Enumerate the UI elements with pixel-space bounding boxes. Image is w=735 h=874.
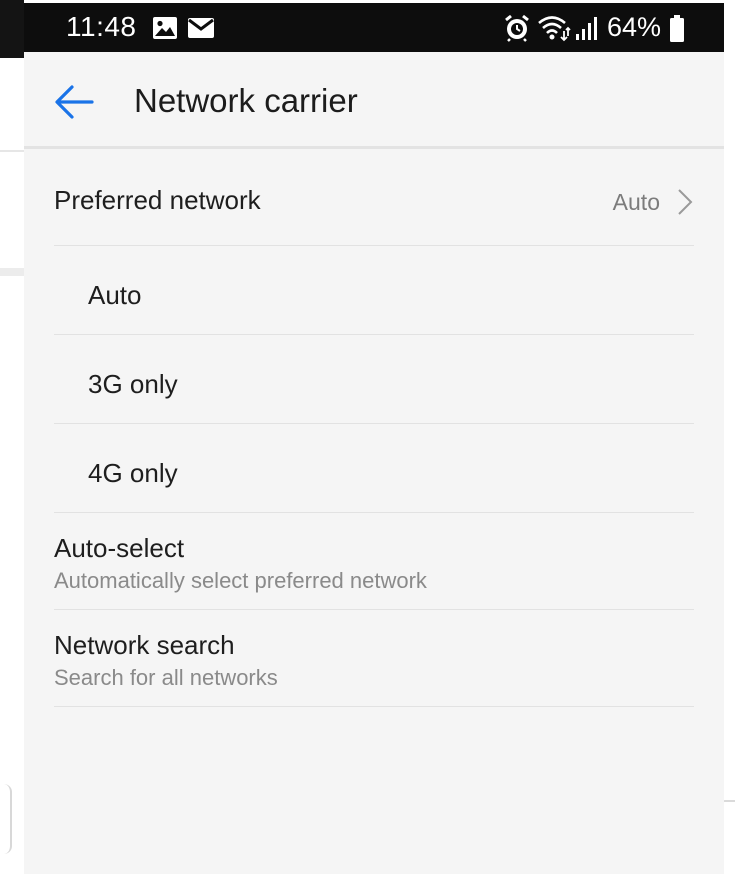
divider <box>54 706 694 707</box>
image-notification-icon <box>152 16 178 45</box>
network-option-3g-only[interactable]: 3G only <box>54 335 694 423</box>
preferred-network-label: Preferred network <box>54 185 261 215</box>
chevron-right-icon <box>676 187 694 217</box>
battery-percent: 64% <box>607 12 662 42</box>
wifi-icon <box>537 14 571 47</box>
alarm-icon <box>504 14 530 47</box>
background-app-edge <box>0 0 24 58</box>
network-option-label: 4G only <box>88 458 178 488</box>
app-bar: Network carrier <box>24 52 724 148</box>
signal-icon <box>575 15 601 46</box>
back-button[interactable] <box>52 82 96 122</box>
page-title: Network carrier <box>134 82 358 119</box>
status-bar: 11:48 64% <box>24 3 724 52</box>
network-search-subtitle: Search for all networks <box>54 665 278 690</box>
battery-icon <box>669 15 685 48</box>
background-divider <box>0 150 24 152</box>
status-time: 11:48 <box>66 11 137 42</box>
preferred-network-value: Auto <box>612 189 660 215</box>
arrow-left-icon <box>52 85 96 126</box>
network-search-title: Network search <box>54 630 235 660</box>
mail-notification-icon <box>187 17 215 44</box>
network-search-item[interactable]: Network search Search for all networks <box>54 610 694 706</box>
network-option-auto[interactable]: Auto <box>54 246 694 334</box>
background-divider <box>0 268 24 276</box>
network-option-label: Auto <box>88 280 142 310</box>
screenshot: 11:48 64% Network carrier Preferred netw… <box>0 0 735 874</box>
background-app-panel <box>0 58 24 874</box>
preferred-network-item[interactable]: Preferred network Auto <box>54 149 694 244</box>
auto-select-title: Auto-select <box>54 533 185 563</box>
auto-select-item[interactable]: Auto-select Automatically select preferr… <box>54 513 694 609</box>
auto-select-subtitle: Automatically select preferred network <box>54 568 427 593</box>
background-card-edge <box>0 784 12 854</box>
background-app-panel <box>723 0 735 874</box>
network-option-label: 3G only <box>88 369 178 399</box>
network-option-4g-only[interactable]: 4G only <box>54 424 694 512</box>
phone-screen: 11:48 64% Network carrier Preferred netw… <box>24 3 724 874</box>
